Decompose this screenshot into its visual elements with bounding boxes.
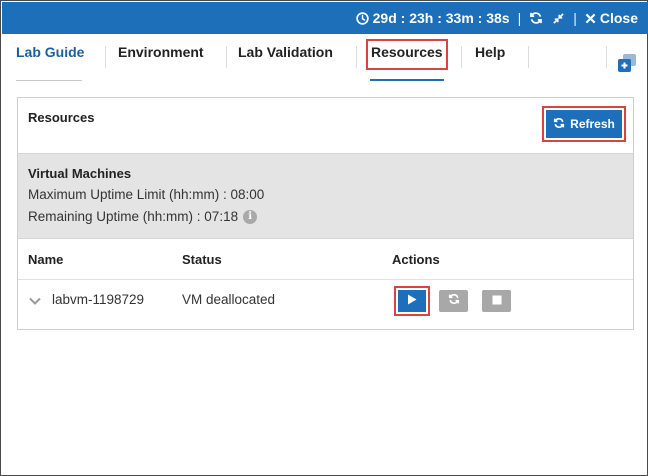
tab-lab-guide[interactable]: Lab Guide <box>16 44 84 60</box>
tab-environment[interactable]: Environment <box>118 44 204 60</box>
info-icon[interactable]: i <box>243 209 258 224</box>
highlight-box <box>394 286 430 316</box>
restart-icon <box>448 292 460 310</box>
remaining-uptime: Remaining Uptime (hh:mm) : 07:18 i <box>28 209 258 224</box>
refresh-icon[interactable] <box>529 11 543 25</box>
separator: | <box>517 10 522 26</box>
max-uptime-text: Maximum Uptime Limit (hh:mm) : 08:00 <box>28 187 265 202</box>
lab-window: 29d : 23h : 33m : 38s | | Close Lab Guid… <box>0 0 648 476</box>
chevron-down-icon[interactable] <box>28 294 42 306</box>
column-header-status: Status <box>182 252 222 267</box>
split-window-icon[interactable] <box>616 52 638 74</box>
stop-icon <box>492 292 502 310</box>
column-header-actions: Actions <box>392 252 440 267</box>
vm-section-title: Virtual Machines <box>28 166 132 181</box>
tab-bar: Lab Guide Environment Lab Validation Res… <box>2 34 648 84</box>
restart-vm-button[interactable] <box>439 290 468 312</box>
panel-header: Resources Refresh <box>18 98 633 153</box>
panel-title: Resources <box>28 110 95 125</box>
remaining-uptime-text: Remaining Uptime (hh:mm) : 07:18 <box>28 209 239 224</box>
vm-status: VM deallocated <box>182 292 276 307</box>
start-vm-button[interactable] <box>398 290 426 312</box>
vm-name: labvm-1198729 <box>52 292 145 307</box>
tab-divider <box>105 46 106 68</box>
top-bar: 29d : 23h : 33m : 38s | | Close <box>2 2 648 34</box>
refresh-label: Refresh <box>570 117 615 131</box>
clock-icon <box>355 11 369 25</box>
separator: | <box>573 10 577 26</box>
timer-text: 29d : 23h : 33m : 38s <box>372 10 510 26</box>
shrink-icon[interactable] <box>552 12 565 25</box>
tab-divider <box>356 46 357 68</box>
resources-panel: Resources Refresh Virtual Machines Maxim… <box>17 97 634 330</box>
stop-vm-button[interactable] <box>482 290 511 312</box>
close-icon <box>585 13 596 24</box>
refresh-button[interactable]: Refresh <box>546 110 622 138</box>
column-header-name: Name <box>28 252 64 267</box>
vm-summary: Virtual Machines Maximum Uptime Limit (h… <box>18 153 633 239</box>
timer: 29d : 23h : 33m : 38s <box>355 10 510 26</box>
tab-divider <box>226 46 227 68</box>
close-label: Close <box>599 10 638 26</box>
tab-divider <box>528 46 529 68</box>
close-button[interactable]: Close <box>585 10 638 26</box>
refresh-icon <box>553 117 565 132</box>
tab-resources[interactable]: Resources <box>371 44 443 60</box>
row-divider <box>18 279 633 280</box>
highlight-box: Refresh <box>542 106 626 142</box>
tab-lab-validation[interactable]: Lab Validation <box>238 44 333 60</box>
tab-divider <box>606 46 607 68</box>
tab-underline <box>16 80 82 81</box>
tab-help[interactable]: Help <box>475 44 505 60</box>
play-icon <box>407 292 417 310</box>
tab-divider <box>461 46 462 68</box>
max-uptime: Maximum Uptime Limit (hh:mm) : 08:00 <box>28 187 264 202</box>
tab-active-indicator <box>370 79 444 81</box>
